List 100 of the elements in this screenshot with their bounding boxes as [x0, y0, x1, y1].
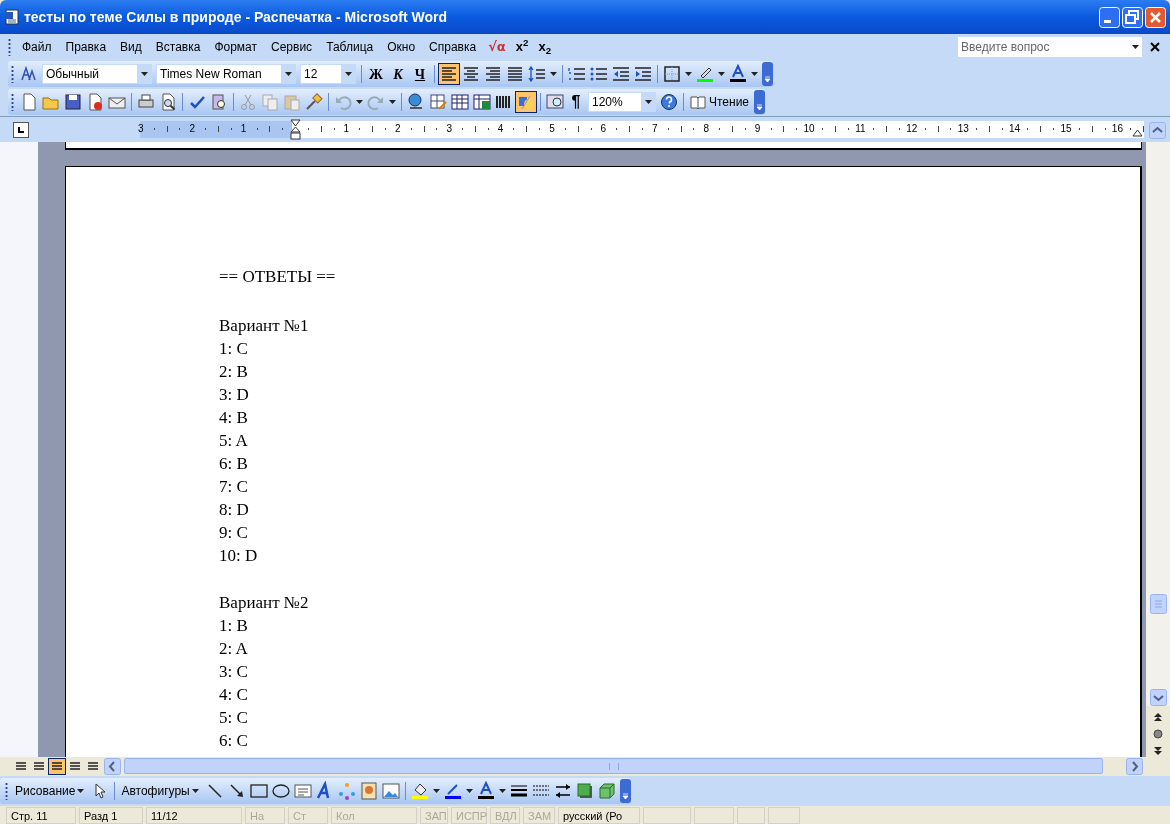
right-indent-marker-icon[interactable] — [1132, 129, 1143, 137]
toolbar-options-icon[interactable] — [762, 62, 773, 86]
dropdown-caret-icon[interactable] — [751, 72, 758, 76]
status-field: Стр. 11 — [6, 806, 76, 824]
format-painter-icon[interactable] — [304, 92, 324, 112]
align-left-button[interactable] — [438, 63, 460, 85]
drawing-toggle-button[interactable] — [515, 91, 537, 113]
status-field: 11/12 — [146, 806, 242, 824]
rectangle-icon[interactable] — [248, 781, 269, 801]
combo-value: 12 — [303, 66, 319, 83]
dropdown-caret-icon[interactable] — [550, 72, 557, 76]
dropdown-caret-icon[interactable] — [284, 72, 292, 76]
help-question-field[interactable]: Введите вопрос — [958, 37, 1128, 57]
dropdown-caret-icon[interactable] — [344, 72, 352, 76]
tables-and-borders-icon[interactable] — [428, 92, 448, 112]
font-dropdown[interactable]: Times New Roman — [156, 64, 296, 84]
toolbar-options-icon[interactable] — [754, 90, 766, 114]
menu-item[interactable]: Сервис — [264, 38, 320, 56]
scroll-thumb-icon[interactable] — [1149, 594, 1167, 614]
zoom-dropdown[interactable]: 120% — [588, 92, 656, 112]
dropdown-caret-icon[interactable] — [140, 72, 148, 76]
horizontal-scroll-thumb[interactable] — [124, 758, 1103, 774]
bold-button[interactable]: Ж — [365, 63, 387, 85]
indent-marker-icon[interactable] — [290, 119, 301, 141]
line-spacing-icon[interactable] — [527, 64, 547, 84]
print-layout-button[interactable] — [48, 757, 66, 775]
3d-style-icon[interactable] — [596, 781, 617, 801]
decrease-indent-icon[interactable] — [611, 64, 631, 84]
alignment-icon — [505, 64, 525, 84]
subscript-button[interactable]: x$_{2}$ — [533, 37, 557, 57]
menu-item[interactable]: Файл — [15, 38, 59, 56]
ruler-number: 16 — [1110, 122, 1124, 136]
superscript-button[interactable]: x$^{2}$ — [510, 37, 534, 57]
reading-layout-button[interactable]: Чтение — [687, 93, 753, 111]
ruler-number: 7 — [651, 122, 659, 136]
menu-item[interactable]: Вид — [113, 38, 149, 56]
dropdown-caret-icon[interactable] — [685, 72, 692, 76]
font-color-icon[interactable] — [475, 781, 496, 801]
save-icon[interactable] — [63, 92, 83, 112]
menu-item[interactable]: Справка — [422, 38, 484, 56]
dropdown-caret-icon[interactable] — [356, 100, 363, 104]
style-dropdown[interactable]: Обычный — [42, 64, 152, 84]
view-mode-icon — [87, 761, 99, 771]
oval-icon[interactable] — [270, 781, 291, 801]
dropdown-caret-icon[interactable] — [644, 100, 652, 104]
font-color-icon[interactable] — [728, 64, 748, 84]
menu-item[interactable]: Таблица — [319, 38, 381, 56]
ruler-number: 1 — [342, 122, 351, 136]
dropdown-caret-icon[interactable] — [77, 789, 85, 793]
ruler-number: 9 — [753, 122, 762, 136]
browse-object-icon[interactable] — [1153, 729, 1163, 739]
borders-icon[interactable] — [662, 64, 682, 84]
document-map-icon[interactable] — [545, 92, 565, 112]
clip-art-icon[interactable] — [358, 781, 379, 801]
table-icon[interactable] — [450, 92, 470, 112]
view-mode-icon — [33, 761, 45, 771]
scroll-up-icon[interactable] — [1149, 122, 1166, 139]
draw-menu-button[interactable]: Рисование — [12, 782, 90, 800]
tab-selector[interactable] — [13, 122, 29, 138]
autoshapes-menu-button[interactable]: Автофигуры — [118, 782, 204, 800]
menu-item[interactable]: Правка — [58, 38, 114, 56]
ruler-number: 3 — [137, 122, 145, 136]
answer-line: 8: D — [219, 499, 249, 521]
previous-page-icon[interactable] — [1153, 712, 1163, 722]
spreadsheet-icon[interactable] — [472, 92, 492, 112]
scroll-right-icon[interactable] — [1126, 757, 1143, 775]
vertical-scrollbar[interactable] — [1146, 142, 1170, 757]
scroll-left-icon[interactable] — [104, 757, 121, 775]
minimize-icon[interactable] — [1099, 6, 1120, 28]
menu-item[interactable]: Формат — [207, 38, 265, 56]
shadow-style-icon[interactable] — [574, 781, 595, 801]
dropdown-caret-icon[interactable] — [432, 789, 440, 793]
italic-button[interactable]: К — [387, 63, 409, 85]
underline-button[interactable]: Ч — [409, 63, 431, 85]
font-size-dropdown[interactable]: 12 — [300, 64, 356, 84]
fill-color-icon[interactable] — [409, 781, 430, 801]
dropdown-caret-icon[interactable] — [498, 789, 506, 793]
help-icon[interactable] — [659, 92, 679, 112]
scroll-down-icon[interactable] — [1149, 689, 1167, 706]
line-color-icon[interactable] — [442, 781, 463, 801]
status-field: Кол — [331, 806, 417, 824]
dropdown-caret-icon[interactable] — [191, 789, 199, 793]
menu-item[interactable]: Вставка — [148, 38, 208, 56]
show-formatting-button[interactable]: ¶ — [566, 90, 586, 114]
ruler-number: 2 — [394, 122, 402, 136]
status-field: ИСПР — [451, 806, 487, 824]
dropdown-caret-icon[interactable] — [1131, 45, 1139, 49]
close-icon[interactable] — [1148, 40, 1162, 54]
increase-indent-icon[interactable] — [633, 64, 653, 84]
dropdown-caret-icon[interactable] — [389, 100, 396, 104]
toolbar-options-icon[interactable] — [619, 779, 631, 803]
equation-button[interactable]: √α — [483, 37, 511, 57]
menu-item[interactable]: Окно — [380, 38, 423, 56]
dropdown-caret-icon[interactable] — [718, 72, 725, 76]
restore-icon[interactable] — [1122, 6, 1143, 28]
combo-value: Обычный — [45, 66, 101, 83]
dropdown-caret-icon[interactable] — [465, 789, 473, 793]
answer-line: 10: D — [219, 545, 258, 567]
diagram-icon[interactable] — [336, 781, 357, 801]
picture-icon[interactable] — [380, 781, 401, 801]
